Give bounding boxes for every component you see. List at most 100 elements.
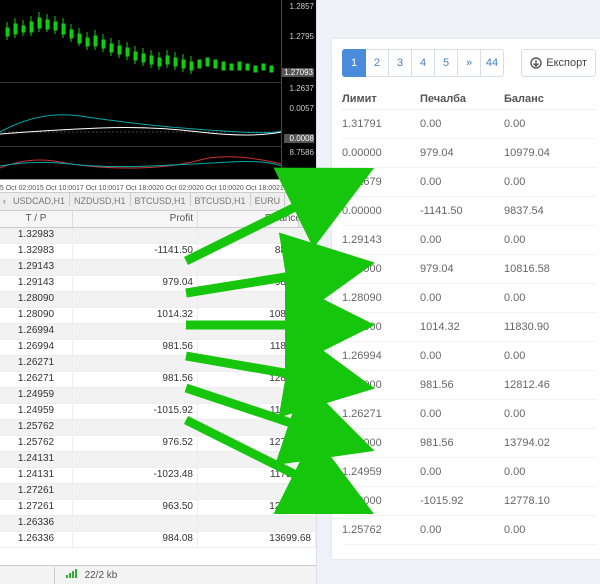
cell-profit bbox=[73, 452, 198, 467]
cell-profit: -1141.50 bbox=[73, 244, 198, 259]
y-tick: 1.2857 bbox=[284, 2, 314, 11]
table-row[interactable]: 1.28090 bbox=[0, 292, 316, 308]
y-tick: -4.3066 bbox=[284, 168, 314, 177]
page-3[interactable]: 3 bbox=[389, 49, 412, 77]
header-balance2[interactable]: Баланс bbox=[504, 93, 596, 105]
tab-scroll-left-icon[interactable]: ‹ bbox=[0, 193, 9, 206]
cell-balance: 11799.06 bbox=[198, 404, 316, 419]
table-row[interactable]: 1.25762976.5212775.58 bbox=[0, 436, 316, 452]
page-5[interactable]: 5 bbox=[435, 49, 458, 77]
cell-profit bbox=[73, 228, 198, 243]
table-row[interactable]: 1.27261963.5012715.60 bbox=[0, 500, 316, 516]
symbol-tab[interactable]: BTCUSD,H1 bbox=[191, 193, 251, 206]
cell-profit bbox=[73, 484, 198, 499]
symbol-tab[interactable]: EURU bbox=[251, 193, 286, 206]
cell-balance bbox=[198, 388, 316, 403]
cell-balance: 0.00 bbox=[504, 466, 596, 478]
tab-scroll-right-icon[interactable]: › bbox=[307, 193, 316, 206]
table-row[interactable]: 1.26994981.5611833.42 bbox=[0, 340, 316, 356]
table-row[interactable]: 1.26336984.0813699.68 bbox=[0, 532, 316, 548]
cell-profit: -1023.48 bbox=[73, 468, 198, 483]
x-tick: 15 Oct 02:00 bbox=[0, 185, 36, 192]
cell-tp: 1.25762 bbox=[0, 436, 73, 451]
table-row[interactable]: 1.24959 bbox=[0, 388, 316, 404]
table-row[interactable]: 1.280901014.3210851.86 bbox=[0, 308, 316, 324]
cell-profit: 981.56 bbox=[73, 340, 198, 355]
cell-tp: 1.26271 bbox=[0, 356, 73, 371]
table-row[interactable]: 1.32983-1141.508858.50 bbox=[0, 244, 316, 260]
table-row: 1.326790.000.00 bbox=[342, 168, 596, 197]
right-panel: 1 2 3 4 5 » 44 Експорт Лимит Печалба bbox=[316, 0, 600, 584]
header-profit[interactable]: Profit bbox=[73, 211, 198, 227]
cell-balance: 13699.68 bbox=[198, 532, 316, 547]
table-row: 1.257620.000.00 bbox=[342, 516, 596, 545]
cell-balance: 10851.86 bbox=[198, 308, 316, 323]
cell-tp: 1.26336 bbox=[0, 532, 73, 547]
table-row[interactable]: 1.26271981.5612814.98 bbox=[0, 372, 316, 388]
table-row[interactable]: 1.32983 bbox=[0, 228, 316, 244]
cell-tp: 1.24959 bbox=[0, 404, 73, 419]
x-tick: 17 Oct 18:00 bbox=[116, 185, 156, 192]
header-tp[interactable]: T / P bbox=[0, 211, 73, 227]
cell-tp: 1.28090 bbox=[0, 308, 73, 323]
x-tick: 20 Oct 10:00 bbox=[196, 185, 236, 192]
symbol-tab[interactable]: BTCUSD,H1 bbox=[131, 193, 191, 206]
page-1[interactable]: 1 bbox=[342, 49, 366, 77]
table-row: 1.291430.000.00 bbox=[342, 226, 596, 255]
table-row[interactable]: 1.29143 bbox=[0, 260, 316, 276]
cell-limit: 1.29143 bbox=[342, 234, 420, 246]
table-row[interactable]: 1.26271 bbox=[0, 356, 316, 372]
cell-tp: 1.26271 bbox=[0, 372, 73, 387]
cell-limit: 1.24959 bbox=[342, 466, 420, 478]
table-row[interactable]: 1.29143979.049837.54 bbox=[0, 276, 316, 292]
cell-tp: 1.24959 bbox=[0, 388, 73, 403]
page-last[interactable]: 44 bbox=[481, 49, 504, 77]
header-profit2[interactable]: Печалба bbox=[420, 93, 504, 105]
cell-tp: 1.32983 bbox=[0, 244, 73, 259]
header-limit[interactable]: Лимит bbox=[342, 93, 420, 105]
scroll-up-button[interactable]: ▲ bbox=[298, 210, 316, 228]
table-row[interactable]: 1.24131 bbox=[0, 452, 316, 468]
symbol-tab[interactable]: USDCAD,H1 bbox=[9, 193, 70, 206]
page-2[interactable]: 2 bbox=[366, 49, 389, 77]
status-bar: 22/2 kb bbox=[0, 565, 316, 584]
cell-limit: 1.28090 bbox=[342, 292, 420, 304]
export-icon bbox=[530, 57, 542, 69]
table-row: 0.000001014.3211830.90 bbox=[342, 313, 596, 342]
cell-profit: -1015.92 bbox=[73, 404, 198, 419]
cell-balance bbox=[198, 356, 316, 371]
cell-balance: 10816.58 bbox=[504, 263, 596, 275]
cell-balance: 0.00 bbox=[504, 292, 596, 304]
table-row: 1.317910.000.00 bbox=[342, 110, 596, 139]
table-row[interactable]: 1.27261 bbox=[0, 484, 316, 500]
table-row[interactable]: 1.25762 bbox=[0, 420, 316, 436]
table-row[interactable]: 1.24131-1023.4811752.10 bbox=[0, 468, 316, 484]
table-row[interactable]: 1.26336 bbox=[0, 516, 316, 532]
cell-limit: 0.00000 bbox=[342, 263, 420, 275]
cell-profit: 0.00 bbox=[420, 408, 504, 420]
cell-profit: 981.56 bbox=[73, 372, 198, 387]
table-row[interactable]: 1.24959-1015.9211799.06 bbox=[0, 404, 316, 420]
cell-balance: 0.00 bbox=[504, 350, 596, 362]
x-tick: 20 Oct 02:00 bbox=[156, 185, 196, 192]
symbol-tab[interactable]: NZDUSD,H1 bbox=[70, 193, 131, 206]
x-tick: 15 Oct 10:00 bbox=[36, 185, 76, 192]
cell-profit: 0.00 bbox=[420, 466, 504, 478]
cell-profit: 981.56 bbox=[420, 379, 504, 391]
page-next[interactable]: » bbox=[458, 49, 481, 77]
cell-limit: 1.26994 bbox=[342, 350, 420, 362]
export-button[interactable]: Експорт bbox=[521, 49, 596, 77]
cell-tp: 1.26994 bbox=[0, 340, 73, 355]
x-tick: 20 Oct 18:00 bbox=[236, 185, 276, 192]
table-row[interactable]: 1.26994 bbox=[0, 324, 316, 340]
status-tab-left[interactable] bbox=[0, 567, 55, 584]
cell-balance: 9837.54 bbox=[504, 205, 596, 217]
cell-balance bbox=[198, 516, 316, 531]
chart-x-axis: 15 Oct 02:0015 Oct 10:0017 Oct 10:0017 O… bbox=[0, 179, 316, 192]
page-4[interactable]: 4 bbox=[412, 49, 435, 77]
price-chart[interactable]: 1.2857 1.2795 1.27093 1.2637 0.0057 0.00… bbox=[0, 0, 316, 193]
left-panel: 1.2857 1.2795 1.27093 1.2637 0.0057 0.00… bbox=[0, 0, 317, 584]
cell-profit bbox=[73, 260, 198, 275]
export-label: Експорт bbox=[546, 57, 587, 69]
cell-limit: 0.00000 bbox=[342, 205, 420, 217]
